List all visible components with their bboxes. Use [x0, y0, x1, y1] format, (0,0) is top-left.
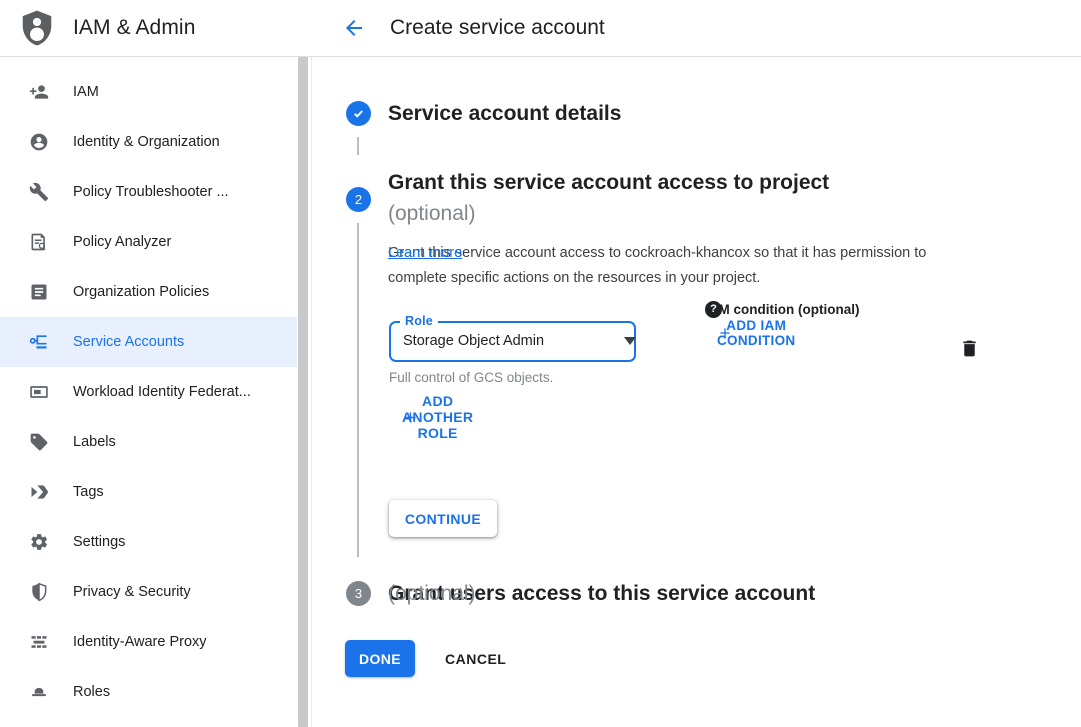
step1-title: Service account details: [388, 98, 621, 129]
description-text: Grant this service account access to coc…: [388, 241, 988, 291]
sidebar-item-label: Tags: [73, 484, 104, 500]
sidebar-item-privacy-security[interactable]: Privacy & Security: [0, 567, 297, 617]
stepper-connector: [357, 223, 359, 557]
sidebar-item-identity-aware-proxy[interactable]: Identity-Aware Proxy: [0, 617, 297, 667]
back-arrow-icon[interactable]: [337, 11, 371, 45]
scrollbar-thumb[interactable]: [298, 57, 308, 727]
step3-optional-label: (optional): [388, 578, 476, 609]
app-header: IAM & Admin: [0, 0, 311, 56]
sidebar-item-labels[interactable]: Labels: [0, 417, 297, 467]
tags-icon: [29, 482, 49, 502]
sidebar-nav: IAM Identity & Organization Policy Troub…: [0, 57, 311, 727]
role-select[interactable]: Role Storage Object Admin: [389, 321, 636, 362]
role-selected-value: Storage Object Admin: [403, 323, 544, 360]
page-title: Create service account: [390, 16, 605, 40]
sidebar-item-tags[interactable]: Tags: [0, 467, 297, 517]
step2-number-badge: 2: [346, 187, 371, 212]
page-header: Create service account: [311, 0, 1081, 56]
sidebar-item-label: Privacy & Security: [73, 584, 191, 600]
stepper-connector: [357, 137, 359, 155]
account-circle-icon: [29, 132, 49, 152]
cancel-button[interactable]: CANCEL: [431, 640, 520, 677]
shield-icon: [29, 582, 49, 602]
tag-icon: [29, 432, 49, 452]
sidebar-scrollbar[interactable]: [297, 57, 309, 727]
sidebar-item-label: Policy Analyzer: [73, 234, 171, 250]
person-add-icon: [29, 82, 49, 102]
sidebar-item-identity-organization[interactable]: Identity & Organization: [0, 117, 297, 167]
gear-icon: [29, 532, 49, 552]
wrench-icon: [29, 182, 49, 202]
sidebar-item-label: Service Accounts: [73, 334, 184, 350]
sidebar-item-label: Organization Policies: [73, 284, 209, 300]
sidebar-item-label: Policy Troubleshooter ...: [73, 184, 229, 200]
iam-condition-label-text: IAM condition (optional): [705, 302, 859, 317]
top-bar: IAM & Admin Create service account: [0, 0, 1081, 57]
sidebar-item-service-accounts[interactable]: Service Accounts: [0, 317, 297, 367]
done-button[interactable]: DONE: [345, 640, 415, 677]
sidebar-item-label: Identity & Organization: [73, 134, 220, 150]
help-icon[interactable]: ?: [705, 301, 722, 318]
sidebar-item-organization-policies[interactable]: Organization Policies: [0, 267, 297, 317]
sidebar-item-policy-analyzer[interactable]: Policy Analyzer: [0, 217, 297, 267]
article-icon: [29, 282, 49, 302]
step3-number-badge: 3: [346, 581, 371, 606]
card-icon: [29, 382, 49, 402]
delete-role-icon[interactable]: [946, 325, 972, 351]
sidebar-item-settings[interactable]: Settings: [0, 517, 297, 567]
sidebar-item-label: Roles: [73, 684, 110, 700]
sidebar-item-policy-troubleshooter[interactable]: Policy Troubleshooter ...: [0, 167, 297, 217]
sidebar-item-iam[interactable]: IAM: [0, 67, 297, 117]
sidebar-item-label: IAM: [73, 84, 99, 100]
continue-button[interactable]: CONTINUE: [389, 500, 497, 537]
role-helper-text: Full control of GCS objects.: [389, 370, 553, 385]
sidebar-item-label: Identity-Aware Proxy: [73, 634, 207, 650]
app-title: IAM & Admin: [73, 16, 195, 40]
step2-title-text: Grant this service account access to pro…: [388, 167, 829, 198]
learn-more-link[interactable]: Learn more: [388, 241, 462, 266]
policy-analyzer-icon: [29, 232, 49, 252]
sidebar-item-label: Settings: [73, 534, 125, 550]
iam-admin-shield-icon: [18, 7, 56, 49]
service-account-key-icon: [29, 332, 49, 352]
create-service-account-panel: Service account details 2 Grant this ser…: [311, 57, 1081, 727]
step1-complete-icon: [346, 101, 371, 126]
sidebar-item-workload-identity-federation[interactable]: Workload Identity Federat...: [0, 367, 297, 417]
step2-optional-label: (optional): [388, 198, 476, 229]
sidebar-item-roles[interactable]: Roles: [0, 667, 297, 717]
hat-icon: [29, 682, 49, 702]
proxy-icon: [29, 632, 49, 652]
sidebar-item-label: Labels: [73, 434, 116, 450]
sidebar-item-label: Workload Identity Federat...: [73, 384, 251, 400]
